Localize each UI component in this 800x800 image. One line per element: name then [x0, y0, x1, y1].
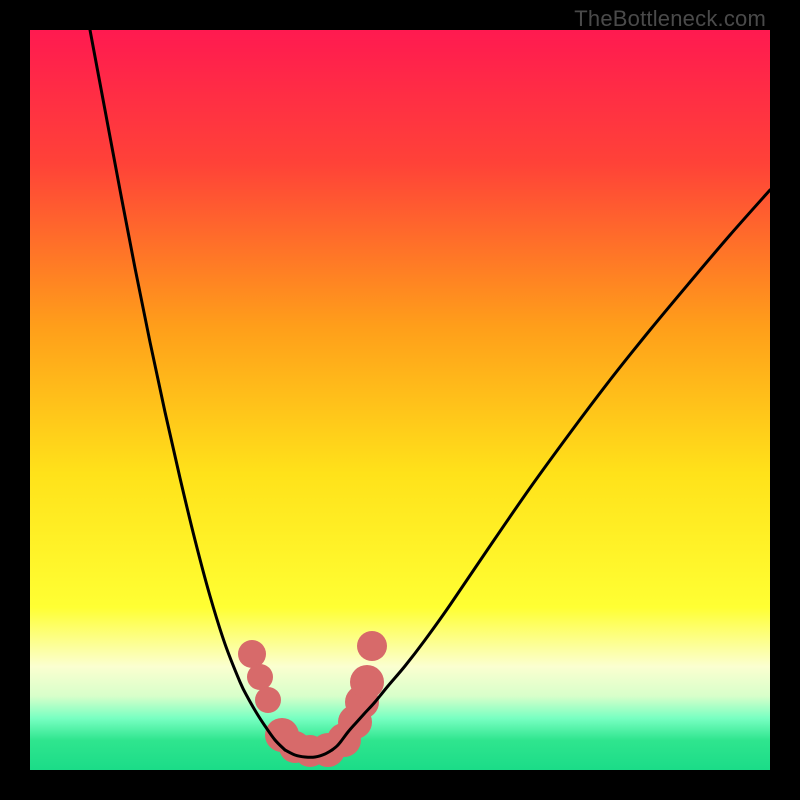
- data-marker: [357, 631, 387, 661]
- data-marker: [255, 687, 281, 713]
- background-gradient: [30, 30, 770, 770]
- chart-svg: [30, 30, 770, 770]
- plot-area: [30, 30, 770, 770]
- watermark-text: TheBottleneck.com: [574, 6, 766, 32]
- data-marker: [247, 664, 273, 690]
- data-marker: [238, 640, 266, 668]
- chart-frame: TheBottleneck.com: [0, 0, 800, 800]
- data-marker: [350, 665, 384, 699]
